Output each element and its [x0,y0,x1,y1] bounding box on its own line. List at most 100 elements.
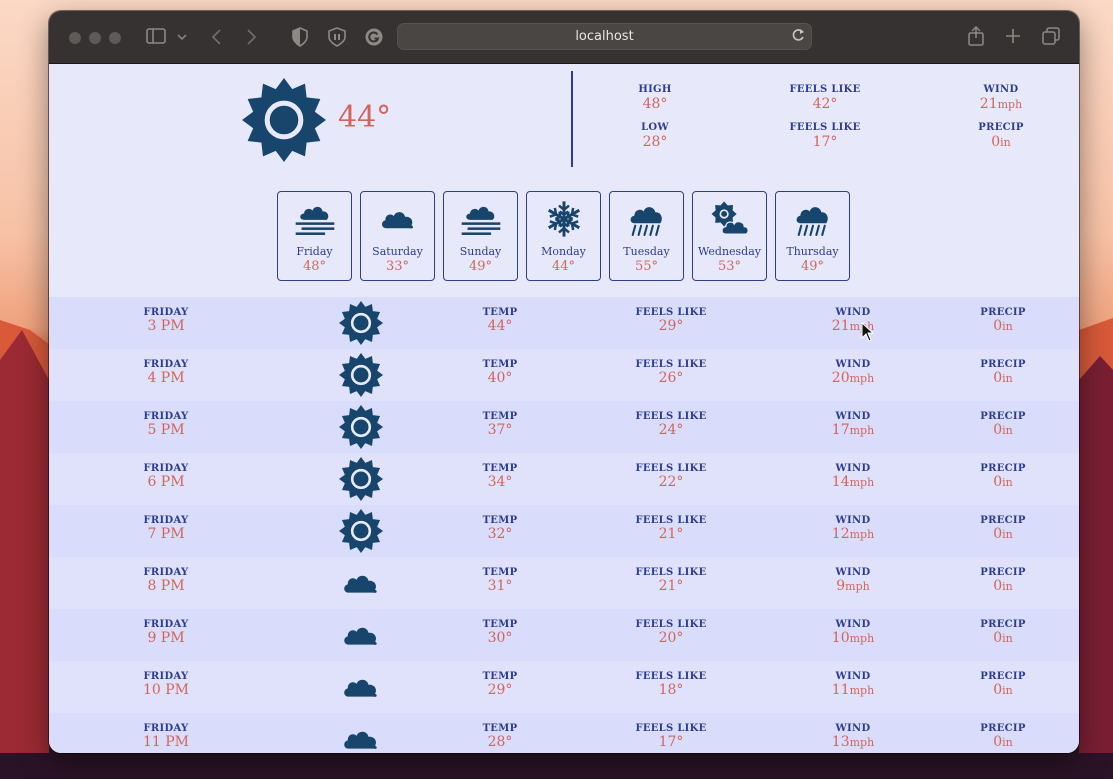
stat-value: 28° [642,134,668,150]
hour-feels-like: FEELS LIKE 26° [635,359,707,386]
chevron-down-icon[interactable] [177,33,187,41]
hour-weather-icon [339,509,383,557]
cloud-icon [344,627,377,645]
hour-time: FRIDAY 7 PM [143,515,189,542]
hour-precip: PRECIP 0in [980,359,1026,386]
hour-time: FRIDAY 3 PM [143,307,189,334]
url-text: localhost [575,29,634,44]
hour-wind: WIND 21mph [831,307,874,334]
hour-precip: PRECIP 0in [980,671,1026,698]
day-card[interactable]: Wednesday 53° [692,191,767,281]
hourly-row[interactable]: FRIDAY 10 PM TEMP 29° FEELS LIKE 18° WIN… [49,661,1079,713]
day-card[interactable]: Monday 44° [526,191,601,281]
day-temp: 53° [717,259,742,274]
sun-icon [339,509,383,553]
day-card[interactable]: Friday 48° [277,191,352,281]
privacy-shield-icon[interactable] [292,27,308,47]
day-name: Wednesday [697,245,761,258]
new-tab-icon[interactable] [1005,28,1021,44]
address-bar[interactable]: localhost [397,23,812,50]
hour-wind: WIND 12mph [831,515,875,542]
day-name: Tuesday [623,245,670,258]
sun-icon [339,353,383,397]
day-name: Saturday [372,245,423,258]
cloud-icon [382,212,414,229]
day-name: Friday [296,245,333,258]
hour-temp: TEMP 34° [482,463,518,490]
fog-cloud-icon [295,206,335,235]
stat-label: LOW [641,122,669,133]
hour-feels-like: FEELS LIKE 21° [635,567,707,594]
extension-shield-icon[interactable] [328,27,346,47]
day-card[interactable]: Saturday 33° [360,191,435,281]
cloud-icon [344,575,377,593]
hour-weather-icon [339,457,383,505]
hour-precip: PRECIP 0in [980,567,1026,594]
stat-value: 42° [812,96,838,112]
current-weather-icon [242,78,326,166]
zoom-window-button[interactable] [109,32,121,44]
hourly-row[interactable]: FRIDAY 6 PM TEMP 34° FEELS LIKE 22° WIND… [49,453,1079,505]
stat-label: FEELS LIKE [789,84,861,95]
hourly-row[interactable]: FRIDAY 9 PM TEMP 30° FEELS LIKE 20° WIND… [49,609,1079,661]
mouse-cursor-icon [861,322,875,342]
hour-feels-like: FEELS LIKE 18° [635,671,707,698]
day-card[interactable]: Sunday 49° [443,191,518,281]
grammarly-icon[interactable] [365,28,383,46]
hour-time: FRIDAY 6 PM [143,463,189,490]
hour-weather-icon [339,405,383,453]
hour-precip: PRECIP 0in [980,515,1026,542]
sun-icon [339,405,383,449]
hour-feels-like: FEELS LIKE 20° [635,619,707,646]
hour-temp: TEMP 28° [482,723,518,750]
hourly-row[interactable]: FRIDAY 5 PM TEMP 37° FEELS LIKE 24° WIND… [49,401,1079,453]
hour-time: FRIDAY 5 PM [143,411,189,438]
stat-feels-like-high: FEELS LIKE 42° [765,84,885,112]
reload-icon[interactable] [791,27,805,43]
stat-precip: PRECIP 0in [941,122,1061,150]
hourly-row[interactable]: FRIDAY 8 PM TEMP 31° FEELS LIKE 21° WIND… [49,557,1079,609]
hourly-row[interactable]: FRIDAY 11 PM TEMP 28° FEELS LIKE 17° WIN… [49,713,1079,753]
sidebar-icon[interactable] [146,28,168,46]
day-temp: 33° [385,259,410,274]
stat-feels-like-low: FEELS LIKE 17° [765,122,885,150]
hour-precip: PRECIP 0in [980,619,1026,646]
hour-weather-icon [339,561,383,609]
hourly-row[interactable]: FRIDAY 7 PM TEMP 32° FEELS LIKE 21° WIND… [49,505,1079,557]
hour-time: FRIDAY 10 PM [142,671,190,698]
tab-overview-icon[interactable] [1042,27,1060,45]
cloud-icon [344,731,377,749]
rain-cloud-icon [796,207,828,237]
stat-label: FEELS LIKE [789,122,861,133]
hour-temp: TEMP 29° [482,671,518,698]
cloud-icon [344,679,377,697]
hour-weather-icon [339,717,383,753]
hourly-row[interactable]: FRIDAY 4 PM TEMP 40° FEELS LIKE 26° WIND… [49,349,1079,401]
day-card[interactable]: Tuesday 55° [609,191,684,281]
back-icon[interactable] [210,28,222,46]
stat-value: 48° [642,96,668,112]
minimize-window-button[interactable] [89,32,101,44]
hour-time: FRIDAY 9 PM [143,619,189,646]
stat-label: PRECIP [978,122,1024,133]
stat-label: HIGH [638,84,672,95]
hour-temp: TEMP 30° [482,619,518,646]
snowflake-icon [547,201,581,237]
share-icon[interactable] [968,26,984,46]
hour-feels-like: FEELS LIKE 29° [635,307,707,334]
hour-temp: TEMP 37° [482,411,518,438]
hour-feels-like: FEELS LIKE 22° [635,463,707,490]
hour-precip: PRECIP 0in [980,723,1026,750]
forward-icon[interactable] [246,28,258,46]
hour-weather-icon [339,353,383,401]
hourly-row[interactable]: FRIDAY 3 PM TEMP 44° FEELS LIKE 29° WIND… [49,297,1079,349]
stat-value: 0in [991,134,1011,150]
hour-temp: TEMP 31° [482,567,518,594]
hour-precip: PRECIP 0in [980,463,1026,490]
stat-value: 17° [812,134,838,150]
browser-window: localhost 44° HIGH 48° FEELS LIKE 42° WI… [49,11,1079,753]
hour-wind: WIND 14mph [831,463,875,490]
hour-feels-like: FEELS LIKE 24° [635,411,707,438]
close-window-button[interactable] [69,32,81,44]
day-card[interactable]: Thursday 49° [775,191,850,281]
